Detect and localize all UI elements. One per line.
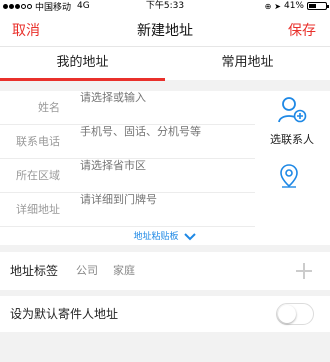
name-input[interactable] bbox=[80, 91, 250, 104]
chevron-down-icon bbox=[184, 232, 197, 240]
toggle-knob bbox=[278, 305, 296, 323]
address-tag-row: 地址标签 公司 家庭 bbox=[0, 252, 330, 290]
name-row: 姓名 bbox=[0, 91, 255, 125]
phone-row: 联系电话 bbox=[0, 125, 255, 159]
battery-percent: 41% bbox=[283, 1, 304, 11]
tag-home[interactable]: 家庭 bbox=[113, 252, 135, 290]
default-sender-label: 设为默认寄件人地址 bbox=[10, 307, 119, 321]
page-title: 新建地址 bbox=[137, 23, 193, 39]
tag-company[interactable]: 公司 bbox=[76, 252, 98, 290]
active-tab-indicator bbox=[0, 78, 165, 81]
detail-address-label: 详细地址 bbox=[16, 203, 60, 216]
select-contact-label: 选联系人 bbox=[270, 133, 314, 146]
paste-board-label: 地址粘贴板 bbox=[133, 232, 179, 242]
battery-icon bbox=[307, 2, 329, 10]
phone-label: 联系电话 bbox=[16, 135, 60, 148]
location-pin-icon[interactable] bbox=[278, 163, 300, 189]
detail-address-row: 详细地址 bbox=[0, 193, 255, 227]
default-sender-toggle[interactable] bbox=[276, 303, 314, 325]
plus-icon[interactable] bbox=[296, 263, 312, 279]
name-label: 姓名 bbox=[38, 101, 60, 114]
address-form: 姓名 联系电话 所在区域 详细地址 选联系人 bbox=[0, 91, 330, 245]
address-tag-title: 地址标签 bbox=[10, 264, 59, 278]
region-label: 所在区域 bbox=[16, 169, 60, 182]
region-row[interactable]: 所在区域 bbox=[0, 159, 255, 193]
tab-my-address[interactable]: 我的地址 bbox=[0, 47, 165, 81]
location-arrow-icon: ➤ bbox=[274, 1, 281, 11]
address-tabs: 我的地址 常用地址 bbox=[0, 46, 330, 81]
status-right: ⊕ ➤ 41% bbox=[264, 0, 329, 12]
phone-input[interactable] bbox=[80, 125, 250, 138]
region-input[interactable] bbox=[80, 159, 250, 172]
detail-address-input[interactable] bbox=[80, 193, 250, 206]
paste-board-toggle[interactable]: 地址粘贴板 bbox=[0, 229, 330, 242]
default-sender-row: 设为默认寄件人地址 bbox=[0, 296, 330, 332]
select-contact-button[interactable]: 选联系人 bbox=[262, 95, 322, 147]
status-bar: 中国移动 4G 下午5:33 ⊕ ➤ 41% bbox=[0, 0, 330, 13]
save-button[interactable]: 保存 bbox=[288, 20, 316, 40]
alarm-icon: ⊕ bbox=[264, 1, 272, 11]
tab-common-address[interactable]: 常用地址 bbox=[165, 47, 330, 81]
new-address-screen: 中国移动 4G 下午5:33 ⊕ ➤ 41% 取消 新建地址 保存 我的地址 常… bbox=[0, 0, 330, 362]
nav-bar: 取消 新建地址 保存 bbox=[0, 12, 330, 46]
add-contact-icon bbox=[278, 97, 307, 123]
